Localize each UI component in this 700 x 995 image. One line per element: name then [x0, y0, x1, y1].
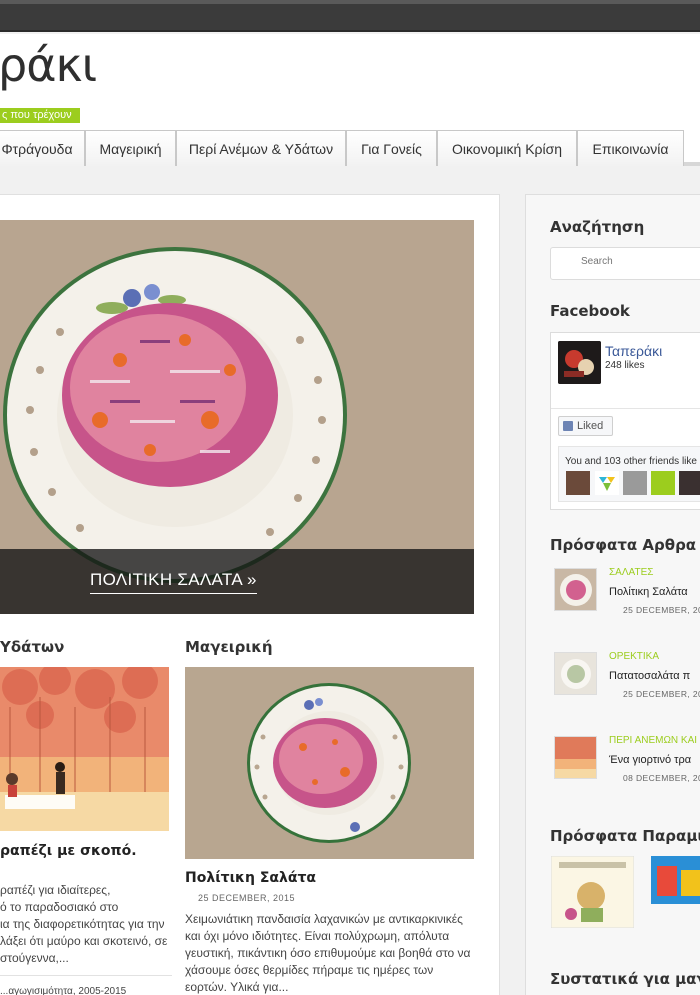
friend-avatar[interactable]	[595, 471, 619, 495]
recent-posts-heading: Πρόσφατα Αρθρα	[550, 536, 697, 554]
nav-item-songs[interactable]: Φτράγουδα	[0, 130, 85, 166]
featured-post-title[interactable]: ΠΟΛΙΤΙΚΗ ΣΑΛΑΤΑ »	[90, 570, 257, 594]
post-thumbnail-left[interactable]	[0, 667, 169, 831]
facebook-heading: Facebook	[550, 302, 630, 320]
facebook-friends-text: You and 103 other friends like	[565, 456, 697, 467]
ingredients-heading: Συστατικά για μαγει	[550, 970, 700, 988]
post-thumbnail-salad[interactable]	[185, 667, 474, 859]
recent-stories-heading: Πρόσφατα Παραμυθ	[550, 827, 700, 845]
post-excerpt-left: ραπέζι για ιδιαίτερες, ό το παραδοσιακό …	[0, 883, 168, 965]
post-excerpt-salad: Χειμωνιάτικη πανδαισία λαχανικών με αντι…	[185, 912, 471, 994]
divider	[551, 408, 700, 409]
nav-item-economic-crisis[interactable]: Οικονομική Κρίση	[437, 130, 577, 166]
recent-post-title[interactable]: Πολίτικη Σαλάτα	[609, 586, 688, 598]
recent-post-title[interactable]: Ένα γιορτινό τρα	[609, 754, 691, 766]
post-footer-left: ...αγωγισιμότητα, 2005-2015	[0, 986, 127, 995]
recent-post-date: 25 DECEMBER, 20	[623, 605, 700, 615]
nav-item-contact[interactable]: Επικοινωνία	[577, 130, 684, 166]
recent-post-thumbnail[interactable]	[554, 736, 597, 779]
facebook-liked-button[interactable]: Liked	[558, 416, 613, 436]
post-title-salad[interactable]: Πολίτικη Σαλάτα	[185, 870, 316, 886]
search-box[interactable]	[550, 247, 700, 280]
facebook-icon	[563, 421, 573, 431]
friend-avatar[interactable]	[623, 471, 647, 495]
story-book-cover[interactable]	[651, 856, 700, 928]
site-header	[0, 34, 700, 130]
site-logo[interactable]: ράκι	[0, 42, 97, 88]
site-tagline: ς που τρέχουν	[0, 108, 80, 123]
main-nav: Φτράγουδα Μαγειρική Περί Ανέμων & Υδάτων…	[0, 130, 700, 166]
nav-item-cooking[interactable]: Μαγειρική	[85, 130, 176, 166]
nav-item-parents[interactable]: Για Γονείς	[346, 130, 437, 166]
recent-post-title[interactable]: Πατατοσαλάτα π	[609, 670, 690, 682]
recent-post-date: 08 DECEMBER, 20	[623, 773, 700, 783]
search-input[interactable]	[581, 256, 691, 267]
friend-avatar[interactable]	[566, 471, 590, 495]
category-heading-left[interactable]: Υδάτων	[0, 638, 64, 656]
post-date-salad: 25 DECEMBER, 2015	[198, 893, 296, 903]
category-heading-cooking[interactable]: Μαγειρική	[185, 638, 273, 656]
facebook-likes-count: 248 likes	[605, 360, 645, 371]
recent-post-category[interactable]: ΣΑΛΑΤΕΣ	[609, 567, 653, 578]
facebook-page-avatar[interactable]	[558, 341, 601, 384]
recent-post-category[interactable]: ΠΕΡΙ ΑΝΕΜΩΝ ΚΑΙ	[609, 735, 697, 746]
divider	[0, 975, 172, 976]
nav-item-winds-waters[interactable]: Περί Ανέμων & Υδάτων	[176, 130, 346, 166]
recent-post-thumbnail[interactable]	[554, 652, 597, 695]
recent-post-category[interactable]: ΟΡΕΚΤΙΚΑ	[609, 651, 659, 662]
story-book-cover[interactable]	[551, 856, 634, 928]
post-title-left[interactable]: ραπέζι με σκοπό.	[0, 843, 137, 859]
top-bar	[0, 0, 700, 32]
search-heading: Αναζήτηση	[550, 218, 645, 236]
friend-avatar[interactable]	[651, 471, 675, 495]
facebook-page-name[interactable]: Ταπεράκι	[605, 343, 662, 359]
recent-post-thumbnail[interactable]	[554, 568, 597, 611]
recent-post-date: 25 DECEMBER, 20	[623, 689, 700, 699]
friend-avatar[interactable]	[679, 471, 700, 495]
